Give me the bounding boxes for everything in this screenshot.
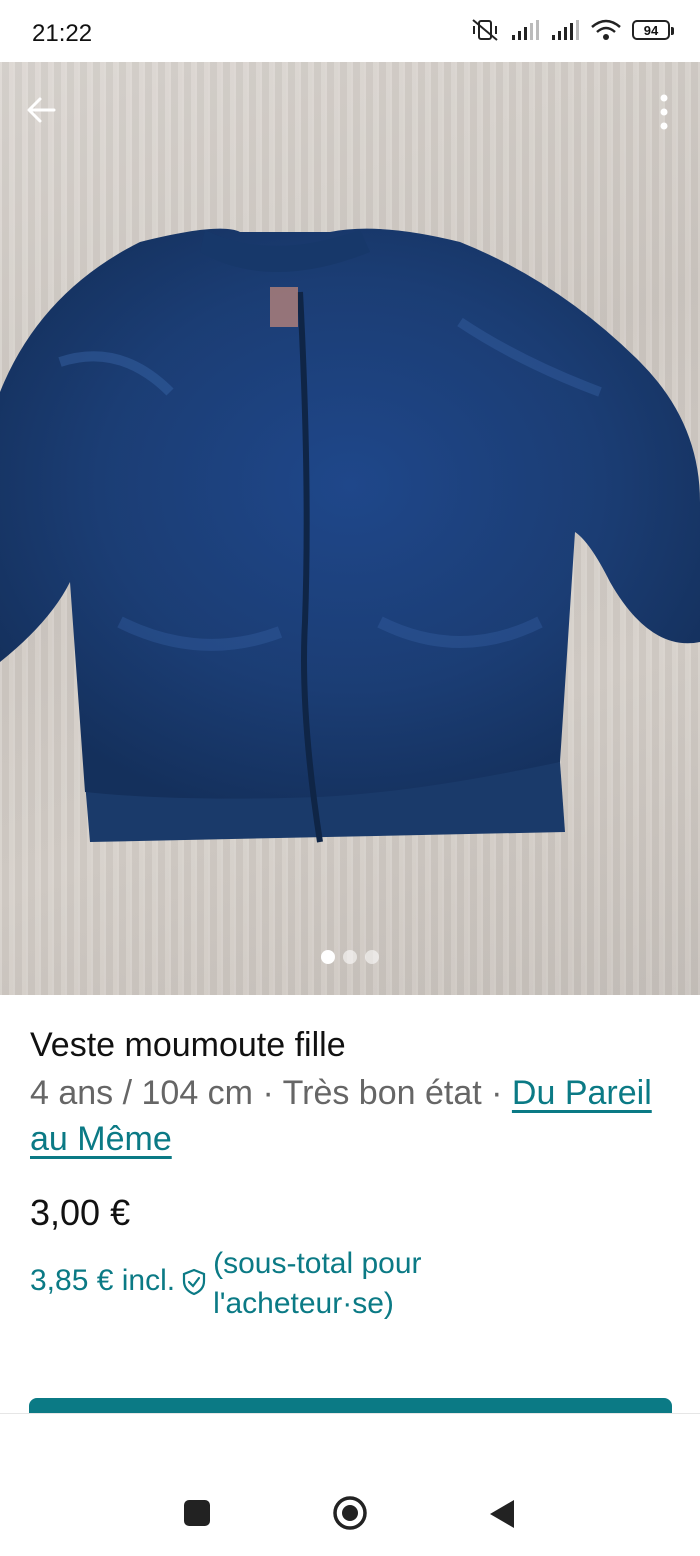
signal-icon xyxy=(512,20,539,40)
item-title: Veste moumoute fille xyxy=(30,1026,346,1064)
wifi-icon xyxy=(591,19,621,40)
signal-icon xyxy=(552,20,579,40)
item-price: 3,00 € xyxy=(30,1192,131,1233)
back-arrow-icon[interactable] xyxy=(22,90,62,130)
price-incl-value: 3,85 € incl. xyxy=(30,1264,176,1297)
shield-check-icon xyxy=(182,1268,206,1296)
system-navigation-bar xyxy=(0,1414,700,1556)
carousel-dot-2[interactable] xyxy=(343,950,357,964)
price-incl-note: (sous-total pour l'acheteur·se) xyxy=(213,1247,422,1320)
carousel-pagination xyxy=(0,950,700,964)
item-size-condition: 4 ans / 104 cm · Très bon état · xyxy=(30,1074,512,1112)
carousel-dot-1[interactable] xyxy=(321,950,335,964)
price-incl-protection[interactable]: 3,85 € incl. (sous-total pour l'acheteur… xyxy=(30,1244,473,1324)
battery-level: 94 xyxy=(643,22,659,38)
recent-apps-icon[interactable] xyxy=(184,1500,210,1526)
status-bar: 21:22 94 xyxy=(0,0,700,62)
carousel-dot-3[interactable] xyxy=(365,950,379,964)
battery-icon: 94 xyxy=(632,20,674,40)
item-photo-carousel[interactable] xyxy=(0,62,700,995)
system-back-icon[interactable] xyxy=(488,1498,516,1530)
muted-vibrate-icon xyxy=(472,19,498,41)
more-options-icon[interactable] xyxy=(654,92,674,132)
status-time: 21:22 xyxy=(32,20,93,47)
item-meta: 4 ans / 104 cm · Très bon état · Du Pare… xyxy=(30,1070,670,1162)
status-icons: 94 xyxy=(470,18,674,42)
jacket-photo xyxy=(0,228,700,843)
home-icon[interactable] xyxy=(332,1495,368,1531)
